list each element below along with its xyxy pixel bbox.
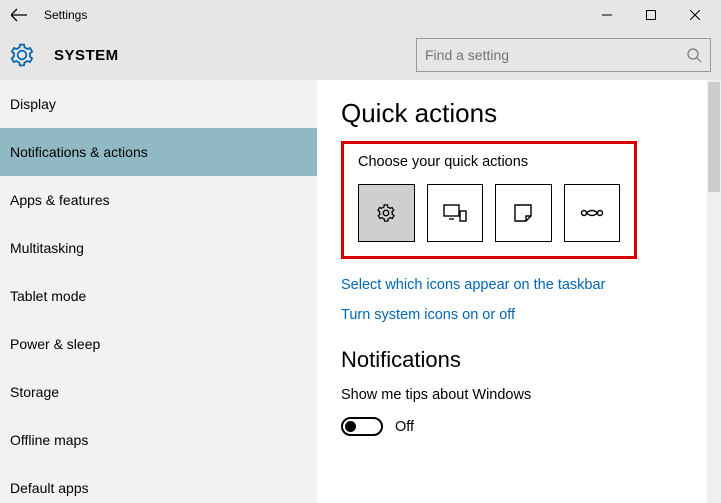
content-area: Quick actions Choose your quick actions … bbox=[317, 80, 721, 503]
scrollbar-thumb[interactable] bbox=[708, 82, 720, 192]
minimize-icon bbox=[602, 10, 612, 20]
tips-toggle[interactable] bbox=[341, 417, 383, 436]
vpn-icon bbox=[580, 206, 604, 220]
sidebar-item-storage[interactable]: Storage bbox=[0, 368, 317, 416]
sidebar-item-multitasking[interactable]: Multitasking bbox=[0, 224, 317, 272]
search-box[interactable] bbox=[416, 38, 711, 72]
tile-connect[interactable] bbox=[427, 184, 484, 242]
quick-action-tiles bbox=[358, 184, 620, 242]
tips-toggle-state: Off bbox=[395, 419, 414, 435]
back-button[interactable] bbox=[4, 0, 34, 30]
maximize-icon bbox=[646, 10, 656, 20]
page-title: SYSTEM bbox=[54, 47, 119, 64]
sidebar-item-label: Default apps bbox=[10, 480, 89, 496]
link-system-icons[interactable]: Turn system icons on or off bbox=[341, 307, 721, 323]
window-title: Settings bbox=[44, 8, 87, 22]
sidebar-item-tablet[interactable]: Tablet mode bbox=[0, 272, 317, 320]
minimize-button[interactable] bbox=[585, 0, 629, 30]
scrollbar[interactable] bbox=[707, 80, 721, 503]
sidebar-item-label: Power & sleep bbox=[10, 336, 100, 352]
tips-label: Show me tips about Windows bbox=[341, 387, 721, 403]
choose-label: Choose your quick actions bbox=[358, 154, 620, 170]
quick-actions-highlight: Choose your quick actions bbox=[341, 141, 637, 259]
sidebar-item-label: Storage bbox=[10, 384, 59, 400]
gear-icon bbox=[8, 41, 36, 69]
sidebar-item-power[interactable]: Power & sleep bbox=[0, 320, 317, 368]
tile-vpn[interactable] bbox=[564, 184, 621, 242]
sidebar-item-label: Display bbox=[10, 96, 56, 112]
connect-icon bbox=[443, 203, 467, 223]
sidebar-item-notifications[interactable]: Notifications & actions bbox=[0, 128, 317, 176]
maximize-button[interactable] bbox=[629, 0, 673, 30]
sidebar-item-default-apps[interactable]: Default apps bbox=[0, 464, 317, 503]
sidebar-item-label: Offline maps bbox=[10, 432, 88, 448]
gear-icon bbox=[375, 202, 397, 224]
sidebar-item-label: Multitasking bbox=[10, 240, 84, 256]
sidebar-item-label: Notifications & actions bbox=[10, 144, 148, 160]
tile-all-settings[interactable] bbox=[358, 184, 415, 242]
arrow-left-icon bbox=[11, 7, 27, 23]
sidebar: Display Notifications & actions Apps & f… bbox=[0, 80, 317, 503]
close-button[interactable] bbox=[673, 0, 717, 30]
toggle-knob bbox=[345, 421, 356, 432]
quick-actions-heading: Quick actions bbox=[341, 98, 721, 129]
header: SYSTEM bbox=[0, 30, 721, 80]
notifications-heading: Notifications bbox=[341, 347, 721, 373]
search-icon bbox=[686, 47, 702, 63]
link-taskbar-icons[interactable]: Select which icons appear on the taskbar bbox=[341, 277, 721, 293]
sidebar-item-label: Tablet mode bbox=[10, 288, 86, 304]
sidebar-item-offline-maps[interactable]: Offline maps bbox=[0, 416, 317, 464]
titlebar: Settings bbox=[0, 0, 721, 30]
sidebar-item-apps[interactable]: Apps & features bbox=[0, 176, 317, 224]
close-icon bbox=[690, 10, 700, 20]
tile-note[interactable] bbox=[495, 184, 552, 242]
sidebar-item-label: Apps & features bbox=[10, 192, 110, 208]
note-icon bbox=[513, 203, 533, 223]
sidebar-item-display[interactable]: Display bbox=[0, 80, 317, 128]
search-input[interactable] bbox=[425, 47, 686, 63]
